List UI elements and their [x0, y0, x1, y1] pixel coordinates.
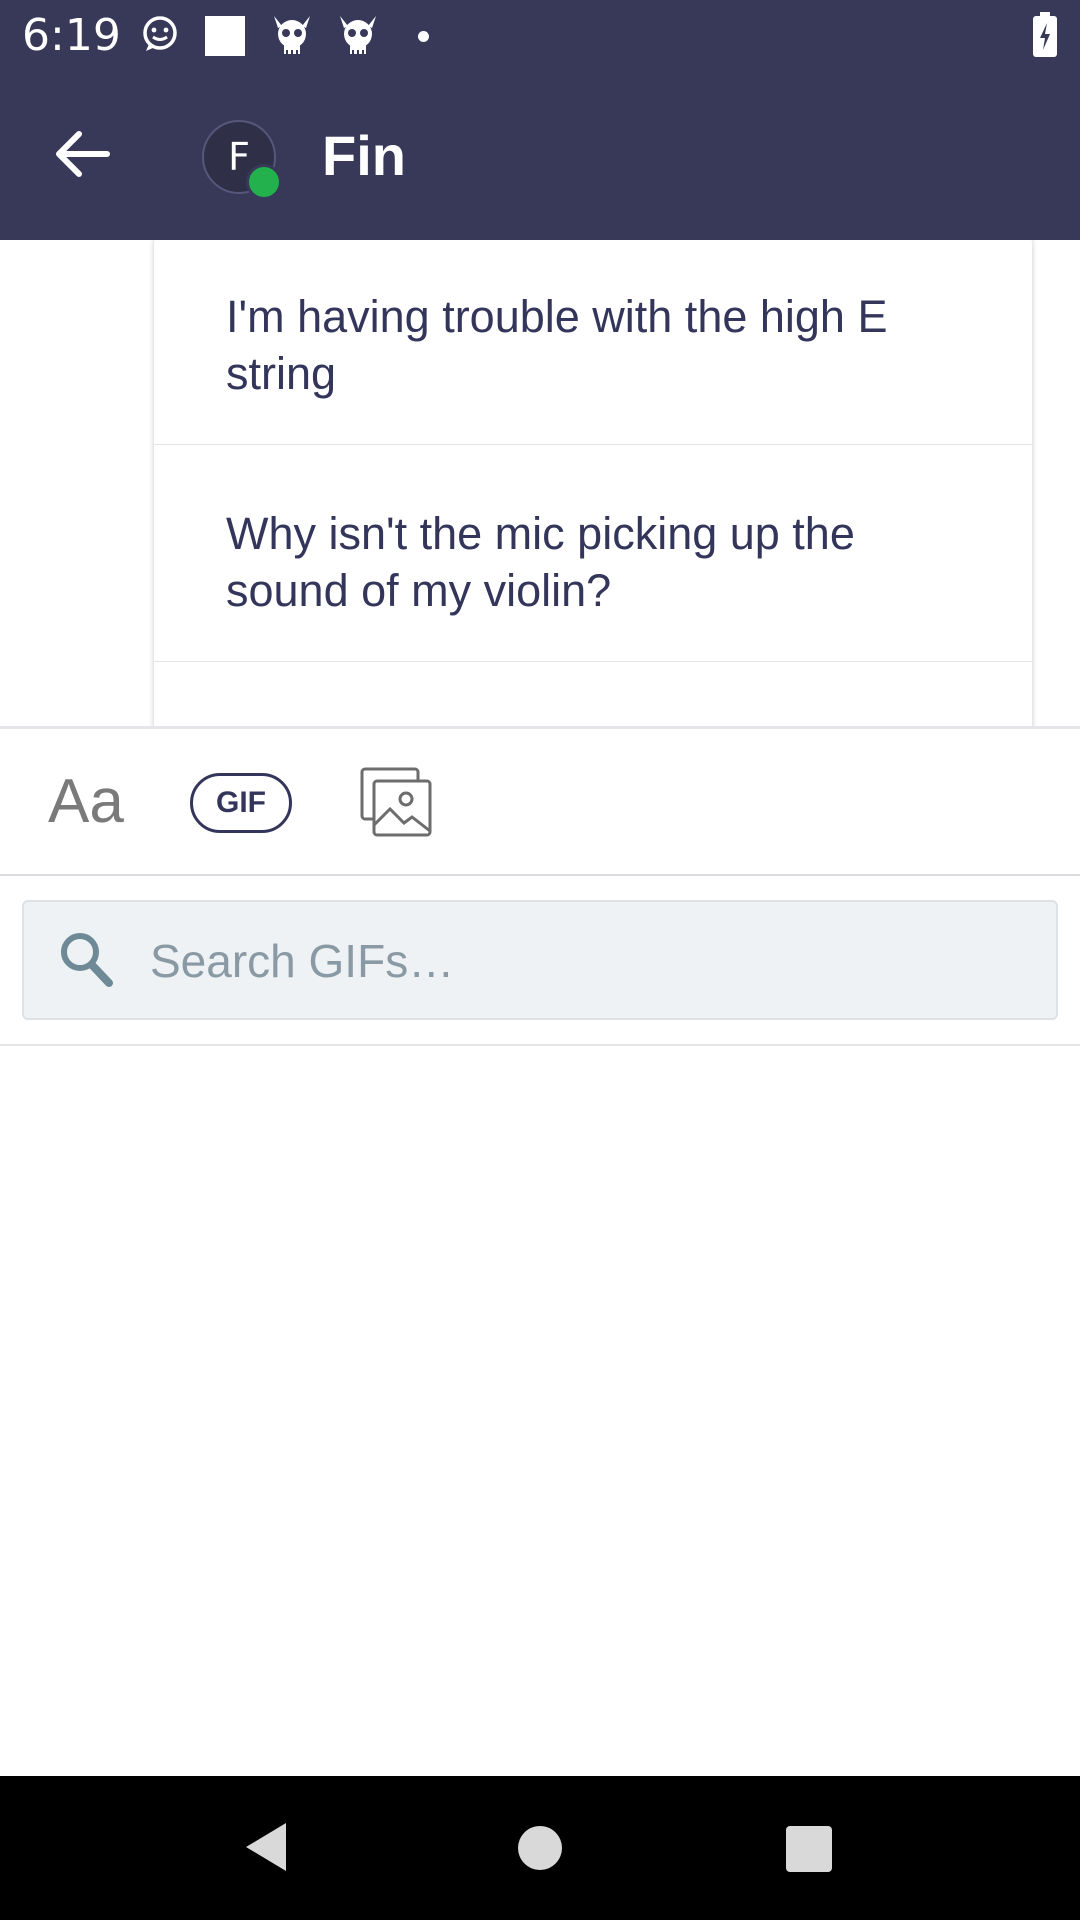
suggestion-text: Why isn't the mic picking up the sound o…: [226, 508, 855, 616]
status-time: 6:19: [22, 10, 121, 61]
gif-search-section: [0, 876, 1080, 1046]
arrow-left-icon: [56, 131, 110, 177]
home-circle-icon[interactable]: [518, 1826, 562, 1870]
online-status-indicator: [246, 164, 282, 200]
suggestion-text: I'm having trouble with the high E strin…: [226, 291, 888, 399]
skull-icon: [274, 16, 310, 54]
chat-area: I'm having trouble with the high E strin…: [0, 240, 1080, 726]
composer-toolbar: Aa GIF: [0, 729, 1080, 876]
suggestion-card: I'm having trouble with the high E strin…: [154, 240, 1032, 726]
search-box: [22, 900, 1058, 1020]
suggestion-item[interactable]: Why isn't the mic picking up the sound o…: [154, 445, 1032, 662]
system-nav-bar: [0, 1776, 1080, 1920]
chat-bubble-icon: [143, 16, 177, 51]
image-gallery-icon[interactable]: [360, 767, 432, 837]
gif-button[interactable]: GIF: [190, 773, 292, 833]
back-triangle-icon[interactable]: [242, 1820, 290, 1874]
conversation-header: F Fin: [0, 72, 1080, 240]
dot-icon: [418, 31, 429, 42]
contact-name: Fin: [322, 124, 406, 187]
search-icon: [61, 933, 113, 987]
recents-square-icon[interactable]: [786, 1826, 832, 1872]
square-notification-icon: [205, 16, 245, 56]
skull-icon: [340, 16, 376, 54]
text-mode-button[interactable]: Aa: [48, 767, 124, 837]
gif-search-input[interactable]: [148, 922, 1032, 1000]
status-bar: 6:19: [0, 0, 1080, 72]
back-button[interactable]: [40, 112, 124, 196]
suggestion-item[interactable]: I'm having trouble with the high E strin…: [154, 240, 1032, 445]
battery-charging-icon: [1033, 12, 1057, 57]
